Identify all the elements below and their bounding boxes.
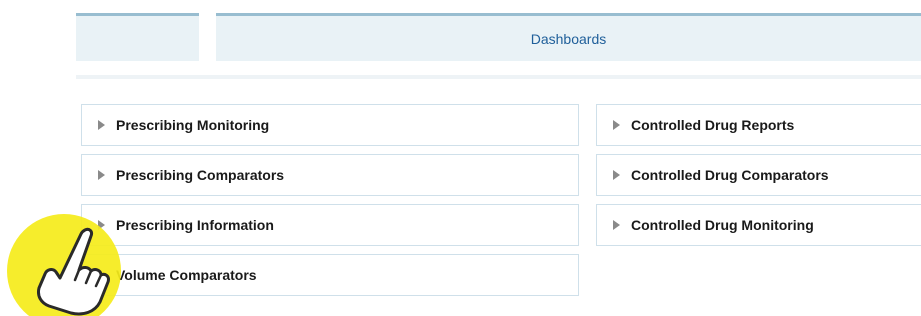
report-prescribing-comparators[interactable]: Prescribing Comparators — [81, 154, 579, 196]
triangle-right-icon — [613, 220, 620, 230]
divider — [76, 75, 921, 79]
tab-dashboards-label: Dashboards — [530, 30, 607, 47]
report-controlled-drug-comparators[interactable]: Controlled Drug Comparators — [596, 154, 921, 196]
triangle-right-icon — [613, 170, 620, 180]
triangle-right-icon — [98, 170, 105, 180]
report-label: Prescribing Information — [116, 217, 274, 233]
report-prescribing-information[interactable]: Prescribing Information — [81, 204, 579, 246]
report-label: Controlled Drug Comparators — [631, 167, 829, 183]
report-label: Controlled Drug Monitoring — [631, 217, 814, 233]
report-volume-comparators[interactable]: Volume Comparators — [81, 254, 579, 296]
report-label: Volume Comparators — [116, 267, 257, 283]
report-label: Controlled Drug Reports — [631, 117, 795, 133]
triangle-right-icon — [98, 270, 105, 280]
report-controlled-drug-monitoring[interactable]: Controlled Drug Monitoring — [596, 204, 921, 246]
report-controlled-drug-reports[interactable]: Controlled Drug Reports — [596, 104, 921, 146]
tab-dashboards[interactable]: Dashboards — [216, 13, 921, 61]
report-label: Prescribing Monitoring — [116, 117, 270, 133]
triangle-right-icon — [98, 120, 105, 130]
report-label: Prescribing Comparators — [116, 167, 285, 183]
report-prescribing-monitoring[interactable]: Prescribing Monitoring — [81, 104, 579, 146]
triangle-right-icon — [98, 220, 105, 230]
triangle-right-icon — [613, 120, 620, 130]
tab-left[interactable] — [76, 13, 199, 61]
